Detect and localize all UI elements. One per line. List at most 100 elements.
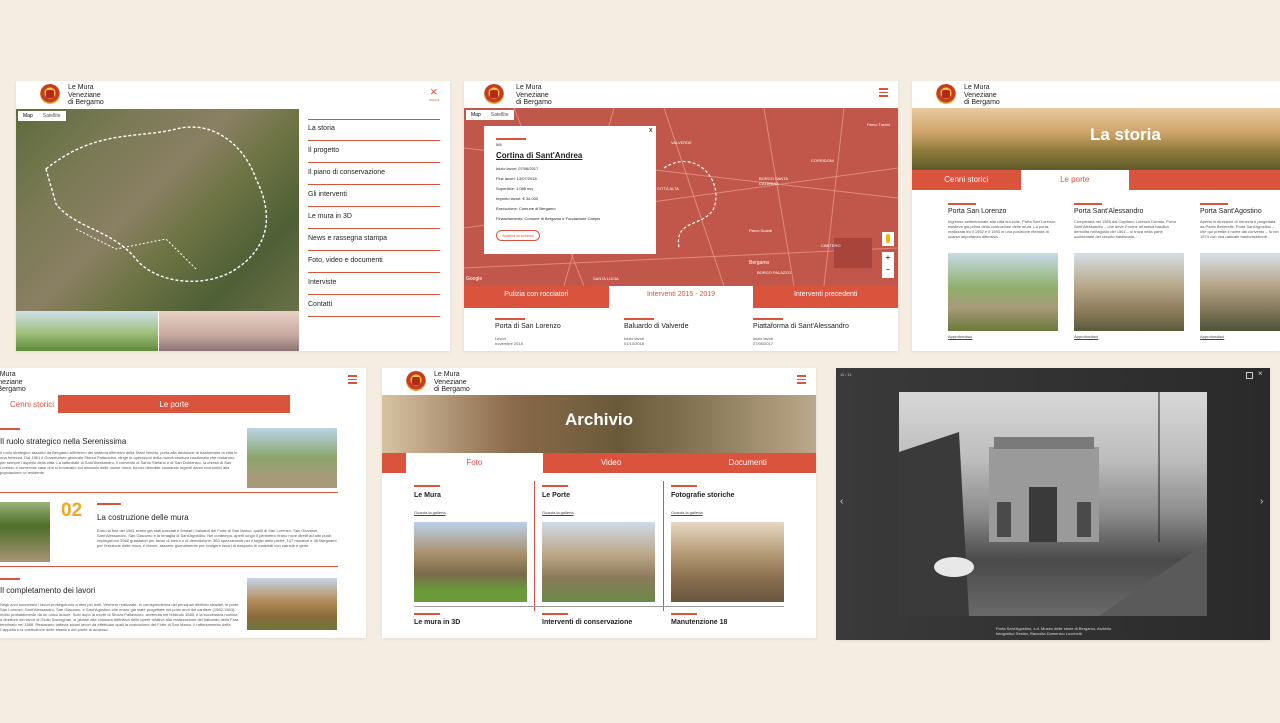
intervento-title[interactable]: Baluardo di Valverde xyxy=(624,323,688,330)
divider xyxy=(414,606,784,607)
screen-lightbox: 11 / 11 × ‹ › Porta Sant'Agostino, s.d. … xyxy=(836,368,1270,640)
map-label: Bergamo xyxy=(749,260,770,266)
menu-item-contatti[interactable]: Contatti xyxy=(308,301,332,308)
menu-item-interventi[interactable]: Gli interventi xyxy=(308,191,347,198)
popup-close-icon[interactable]: x xyxy=(649,127,653,134)
gallery-title: Le Mura xyxy=(414,492,441,499)
hamburger-icon[interactable] xyxy=(797,375,806,384)
pegman-icon[interactable] xyxy=(882,232,894,246)
divider xyxy=(0,566,338,567)
popup-inizio: Inizio lavori: 07/06/2017 xyxy=(496,166,539,171)
menu-divider xyxy=(308,272,440,273)
gallery-link[interactable]: Guarda la galleria xyxy=(542,510,574,515)
hamburger-icon[interactable] xyxy=(879,88,888,97)
tab-foto[interactable]: Foto xyxy=(406,453,543,473)
menu-item-interviste[interactable]: Interviste xyxy=(308,279,336,286)
intervento-title[interactable]: Porta di San Lorenzo xyxy=(495,323,561,330)
tab-le-porte[interactable]: Le porte xyxy=(58,395,290,413)
city-map[interactable]: Map Satellite VALVERDE CORRIDONI BORGO S… xyxy=(464,108,898,286)
tab-cenni-storici[interactable]: Cenni storici xyxy=(912,170,1021,190)
tab-interventi-precedenti[interactable]: Interventi precedenti xyxy=(753,286,898,308)
logo-icon[interactable] xyxy=(406,371,426,391)
popup-fine: Fine lavori: 13/07/2018 xyxy=(496,176,537,181)
map-type-toggle: Map Satellite xyxy=(466,110,514,120)
screen-storia: Le Mura Veneziane di Bergamo La storia C… xyxy=(912,81,1280,351)
zoom-out-icon[interactable]: − xyxy=(882,264,894,276)
tab-documenti[interactable]: Documenti xyxy=(679,453,816,473)
approfondisci-link[interactable]: Approfondisci xyxy=(1200,334,1224,339)
tab-le-porte[interactable]: Le porte xyxy=(1020,170,1129,190)
porta-photo xyxy=(1074,253,1184,331)
intervento-title[interactable]: Piattaforma di Sant'Alessandro xyxy=(753,323,849,330)
archivio-tabs: Foto Video Documenti xyxy=(406,453,816,473)
map-label: CITTÀ ALTA xyxy=(657,186,679,191)
brand-name[interactable]: Le Mura Veneziane di Bergamo xyxy=(0,371,50,394)
popup-count: 5/8 xyxy=(496,142,502,147)
site-header: Le Mura Veneziane di Bergamo xyxy=(0,368,366,395)
fullscreen-icon[interactable] xyxy=(1246,372,1253,379)
map-label: Parco Turani xyxy=(867,122,890,127)
logo-icon[interactable] xyxy=(484,84,504,104)
gallery-link[interactable]: Guarda la galleria xyxy=(414,510,446,515)
gallery-photo xyxy=(542,522,655,602)
map-label: BORGO PALAZZO xyxy=(757,270,791,275)
gallery-link[interactable]: Guarda la galleria xyxy=(671,510,703,515)
accent-bar xyxy=(671,613,697,615)
photo-sunset xyxy=(159,311,299,351)
map-type-toggle: Map Satellite xyxy=(18,111,66,121)
tab-cenni-storici[interactable]: Cenni storici xyxy=(0,395,58,413)
screen-archivio: Le Mura Veneziane di Bergamo Archivio Fo… xyxy=(382,368,816,638)
download-sheet-button[interactable]: Scarica la scheda xyxy=(496,230,540,241)
menu-item-news[interactable]: News e rassegna stampa xyxy=(308,235,387,242)
map-tab[interactable]: Map xyxy=(466,110,486,120)
gallery-photo xyxy=(414,522,527,602)
hero-title: Archivio xyxy=(565,410,634,429)
zoom-controls: + − xyxy=(882,252,894,278)
satellite-tab[interactable]: Satellite xyxy=(38,111,66,121)
close-icon[interactable]: × xyxy=(430,85,438,98)
accent-bar xyxy=(0,578,20,580)
brand-name[interactable]: Le Mura Veneziane di Bergamo xyxy=(964,84,1024,107)
logo-icon[interactable] xyxy=(936,84,956,104)
tab-video[interactable]: Video xyxy=(542,453,680,473)
section-number: 02 xyxy=(61,500,83,521)
porta-photo xyxy=(948,253,1058,331)
tab-pulizia[interactable]: Pulizia con rocciatori xyxy=(464,286,609,308)
menu-divider xyxy=(308,228,440,229)
accent-bar xyxy=(414,485,440,487)
brand-name[interactable]: Le Mura Veneziane di Bergamo xyxy=(68,84,128,107)
satellite-map[interactable]: Map Satellite xyxy=(16,109,299,311)
menu-item-storia[interactable]: La storia xyxy=(308,125,335,132)
prev-arrow-icon[interactable]: ‹ xyxy=(840,496,843,507)
satellite-tab[interactable]: Satellite xyxy=(486,110,514,120)
approfondisci-link[interactable]: Approfondisci xyxy=(948,334,972,339)
porta-text: Ingresso settentrionale alla città sul c… xyxy=(948,219,1056,239)
brand-name[interactable]: Le Mura Veneziane di Bergamo xyxy=(516,84,576,107)
menu-item-3d[interactable]: Le mura in 3D xyxy=(308,213,352,220)
accent-bar xyxy=(671,485,697,487)
approfondisci-link[interactable]: Approfondisci xyxy=(1074,334,1098,339)
site-header: Le Mura Veneziane di Bergamo xyxy=(382,368,816,395)
porta-photo xyxy=(1200,253,1280,331)
porta-title: Porta San Lorenzo xyxy=(948,208,1007,215)
gallery-title: Fotografie storiche xyxy=(671,492,735,499)
section-title: La costruzione delle mura xyxy=(97,513,189,522)
popup-superficie: Superficie: 1.085 mq xyxy=(496,186,533,191)
menu-item-piano[interactable]: Il piano di conservazione xyxy=(308,169,385,176)
brand-name[interactable]: Le Mura Veneziane di Bergamo xyxy=(434,371,494,394)
logo-icon[interactable] xyxy=(40,84,60,104)
accent-bar xyxy=(753,318,783,320)
storia-tabs: Cenni storici Le porte xyxy=(912,170,1129,190)
close-label: CHIUDI xyxy=(429,98,440,102)
column-divider xyxy=(534,481,535,611)
next-arrow-icon[interactable]: › xyxy=(1260,496,1263,507)
menu-item-progetto[interactable]: Il progetto xyxy=(308,147,339,154)
menu-item-foto[interactable]: Foto, video e documenti xyxy=(308,257,383,264)
hamburger-icon[interactable] xyxy=(348,375,357,384)
close-icon[interactable]: × xyxy=(1258,369,1263,378)
map-tab[interactable]: Map xyxy=(18,111,38,121)
menu-divider xyxy=(308,250,440,251)
tab-interventi-2015-2019[interactable]: Interventi 2015 - 2019 xyxy=(608,286,754,308)
zoom-in-icon[interactable]: + xyxy=(882,252,894,264)
photo-illustration xyxy=(899,392,1207,616)
